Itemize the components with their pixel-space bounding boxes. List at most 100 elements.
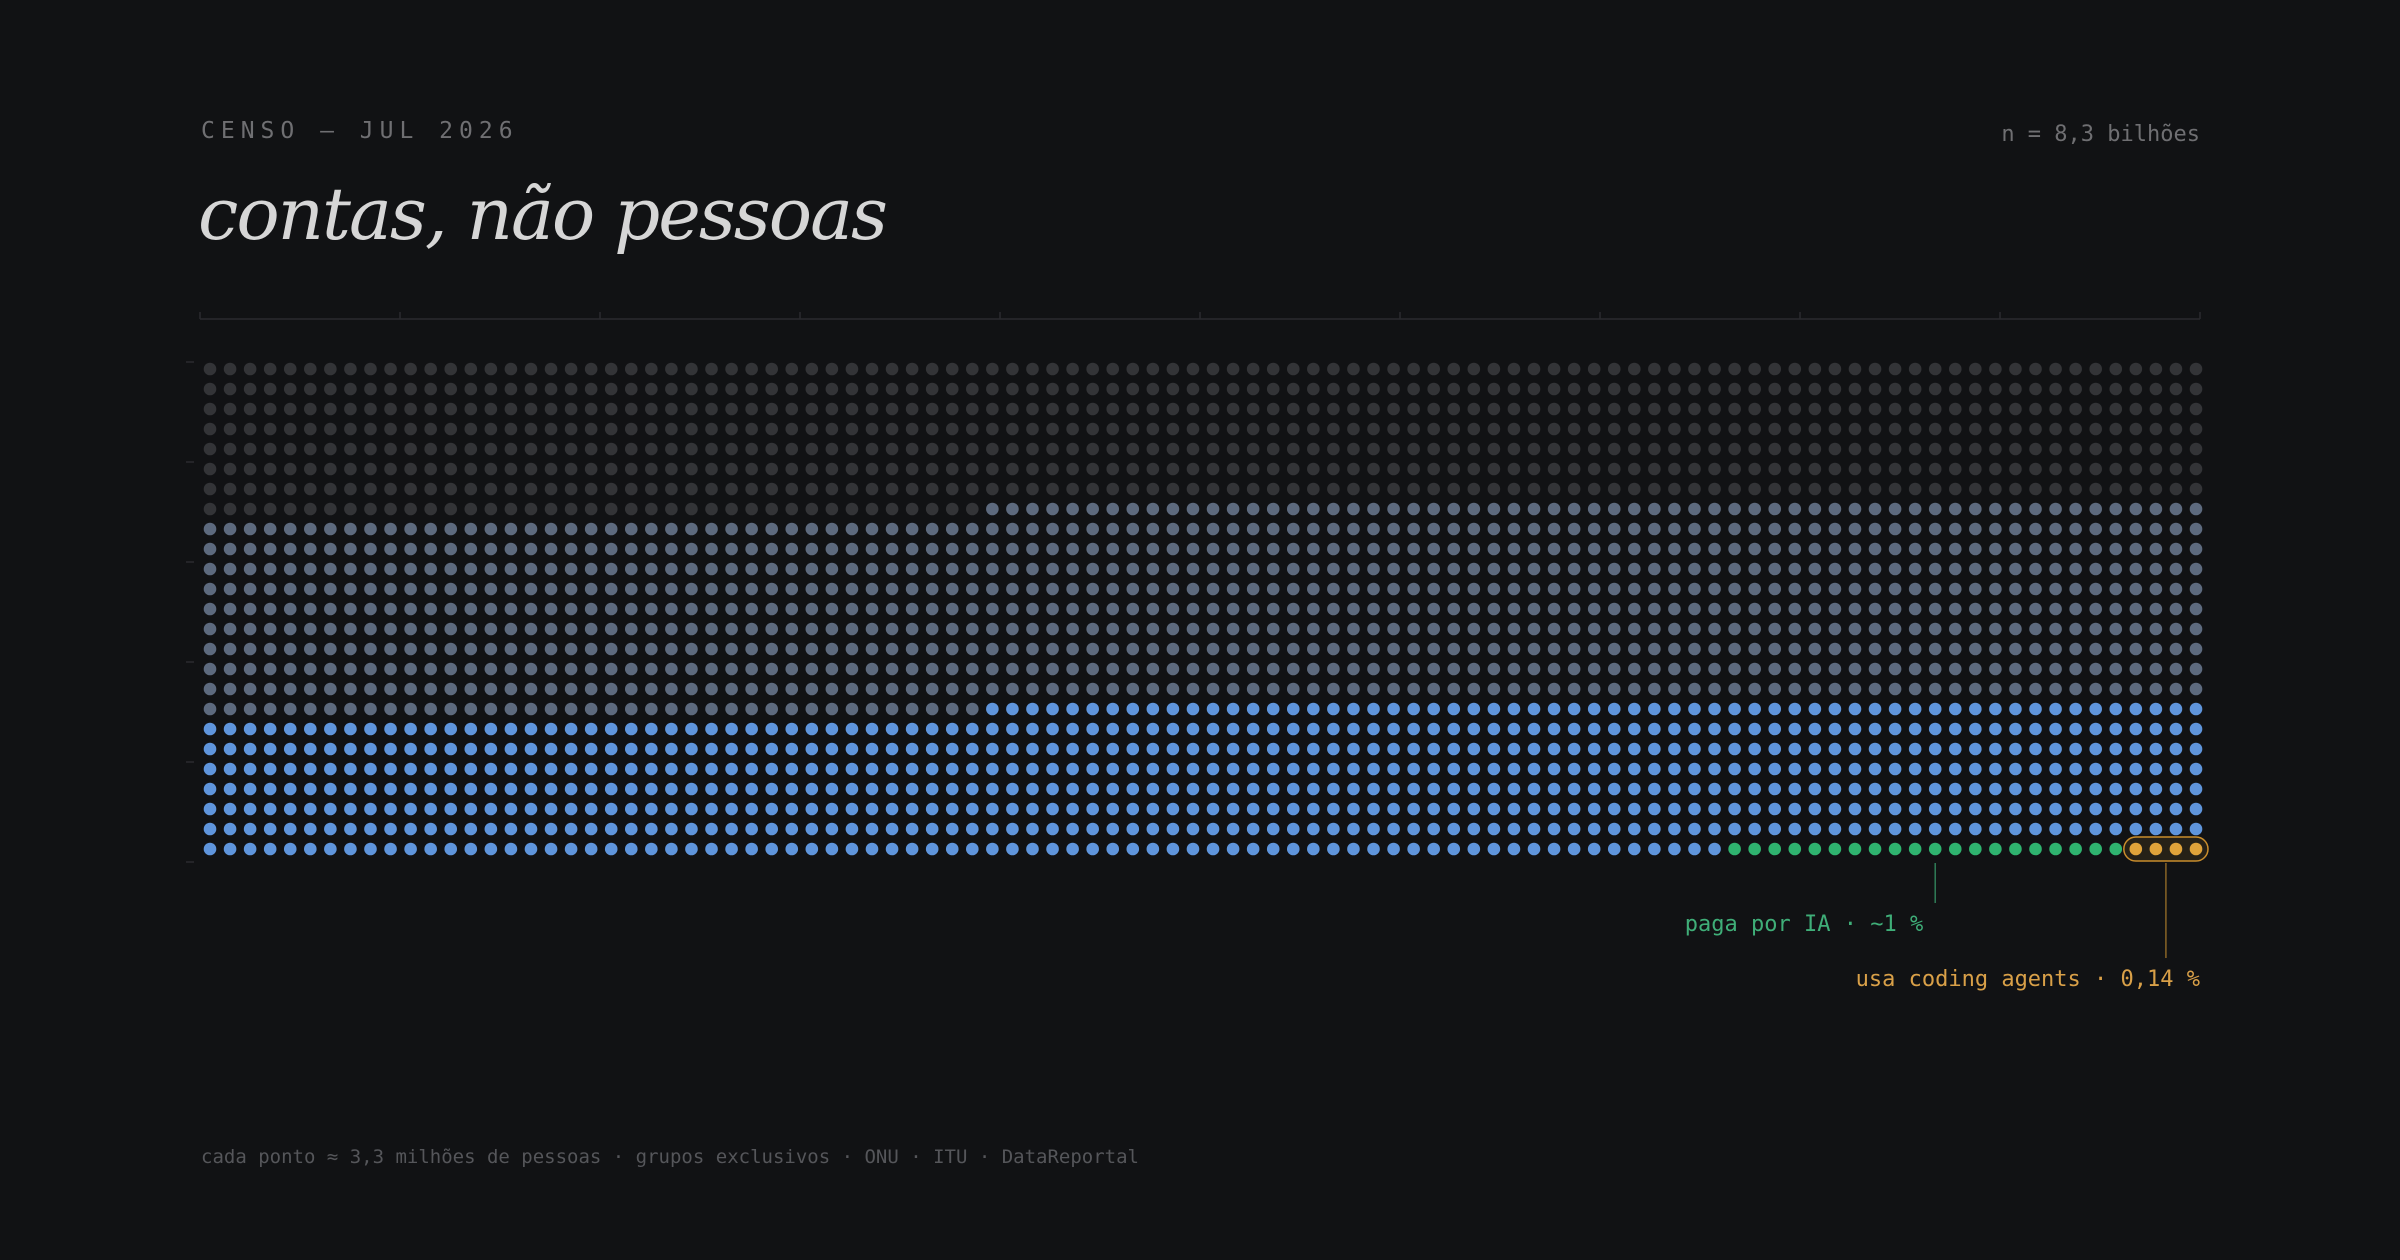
dot-group_slate xyxy=(2009,582,2022,596)
dot-group_blue xyxy=(544,722,558,736)
dot-group_slate xyxy=(2149,502,2163,516)
dot-group_blue xyxy=(645,802,658,816)
dot-group_slate xyxy=(986,662,999,676)
dot-group_blue xyxy=(945,722,959,736)
dot-group_slate xyxy=(845,542,859,556)
dot-group_blue xyxy=(1628,722,1641,736)
dot-group_blue xyxy=(1286,762,1300,776)
dot-group_slate xyxy=(2129,682,2143,696)
dot-group_slate xyxy=(1648,522,1661,536)
dot-group_slate xyxy=(1086,642,1099,656)
dot-group_slate xyxy=(725,642,738,656)
dot-group_slate xyxy=(2009,642,2022,656)
dot-group_dark xyxy=(685,422,698,436)
dot-group_slate xyxy=(464,562,478,576)
dot-group_slate xyxy=(624,582,638,596)
dot-group_dark xyxy=(745,422,758,436)
dot-group_slate xyxy=(1006,662,1019,676)
dot-group_dark xyxy=(424,482,437,496)
dot-group_blue xyxy=(1768,722,1782,736)
dot-group_slate xyxy=(1387,522,1400,536)
dot-group_slate xyxy=(1166,502,1180,516)
dot-group_blue xyxy=(1587,802,1601,816)
dot-group_slate xyxy=(1026,542,1039,556)
dot-group_dark xyxy=(2009,482,2022,496)
dot-group_blue xyxy=(2049,762,2062,776)
dot-group_slate xyxy=(1648,682,1661,696)
dot-group_blue xyxy=(404,762,417,776)
dot-group_slate xyxy=(2089,642,2102,656)
dot-group_blue xyxy=(1527,822,1541,836)
dot-group_dark xyxy=(624,422,638,436)
dot-group_blue xyxy=(1266,842,1280,856)
dot-group_blue xyxy=(1607,842,1621,856)
dot-group_blue xyxy=(1527,762,1541,776)
dot-group_slate xyxy=(504,702,518,716)
dot-group_slate xyxy=(243,562,257,576)
dot-group_slate xyxy=(604,702,618,716)
dot-group_slate xyxy=(1387,682,1400,696)
dot-group_blue xyxy=(1387,742,1400,756)
dot-group_dark xyxy=(624,382,638,396)
dot-group_dark xyxy=(304,402,317,416)
dot-group_dark xyxy=(1507,482,1521,496)
dot-group_dark xyxy=(1427,362,1440,376)
dot-group_blue xyxy=(1848,822,1862,836)
dot-group_slate xyxy=(1908,542,1922,556)
dot-group_slate xyxy=(645,702,658,716)
dot-group_blue xyxy=(584,782,598,796)
dot-group_dark xyxy=(1668,482,1681,496)
dot-group_dark xyxy=(1708,402,1721,416)
dot-group_slate xyxy=(805,542,819,556)
dot-group_slate xyxy=(1668,682,1681,696)
dot-group_blue xyxy=(1848,702,1862,716)
dot-group_dark xyxy=(1728,482,1741,496)
dot-group_dark xyxy=(1567,462,1581,476)
dot-group_slate xyxy=(1628,582,1641,596)
dot-group_dark xyxy=(2089,442,2102,456)
dot-group_dark xyxy=(1648,482,1661,496)
dot-group_dark xyxy=(845,382,859,396)
dot-group_dark xyxy=(925,402,939,416)
dot-group_slate xyxy=(1888,582,1902,596)
dot-group_slate xyxy=(1467,662,1481,676)
dot-group_dark xyxy=(2069,442,2082,456)
dot-group_slate xyxy=(1648,502,1661,516)
dot-group_blue xyxy=(524,782,538,796)
dot-group_blue xyxy=(1347,782,1360,796)
dot-group_blue xyxy=(2089,802,2102,816)
dot-group_slate xyxy=(1668,502,1681,516)
dot-group_slate xyxy=(304,602,317,616)
dot-group_blue xyxy=(304,842,317,856)
dot-group_blue xyxy=(765,842,778,856)
dot-group_dark xyxy=(2129,362,2143,376)
dot-group_slate xyxy=(584,662,598,676)
dot-group_slate xyxy=(1848,682,1862,696)
dot-group_blue xyxy=(1226,842,1240,856)
dot-group_dark xyxy=(885,402,899,416)
dot-group_slate xyxy=(1808,662,1822,676)
dot-group_slate xyxy=(945,642,959,656)
dot-group_dark xyxy=(1728,362,1741,376)
dot-group_slate xyxy=(1928,602,1942,616)
dot-group_dark xyxy=(2149,462,2163,476)
dot-group_dark xyxy=(705,382,718,396)
dot-group_dark xyxy=(1347,402,1360,416)
dot-group_blue xyxy=(444,802,458,816)
dot-group_blue xyxy=(1487,802,1501,816)
dot-group_slate xyxy=(1106,662,1120,676)
dot-group_slate xyxy=(1266,502,1280,516)
dot-group_slate xyxy=(745,702,758,716)
dot-group_blue xyxy=(885,842,899,856)
dot-group_blue xyxy=(203,822,217,836)
dot-group_blue xyxy=(2109,802,2123,816)
dot-group_blue xyxy=(805,722,819,736)
dot-group_slate xyxy=(2049,562,2062,576)
dot-group_slate xyxy=(203,642,217,656)
dot-group_blue xyxy=(1467,802,1481,816)
dot-group_dark xyxy=(283,462,297,476)
dot-group_dark xyxy=(785,502,799,516)
dot-group_blue xyxy=(1026,742,1039,756)
dot-group_blue xyxy=(725,722,738,736)
dot-group_slate xyxy=(1748,562,1761,576)
